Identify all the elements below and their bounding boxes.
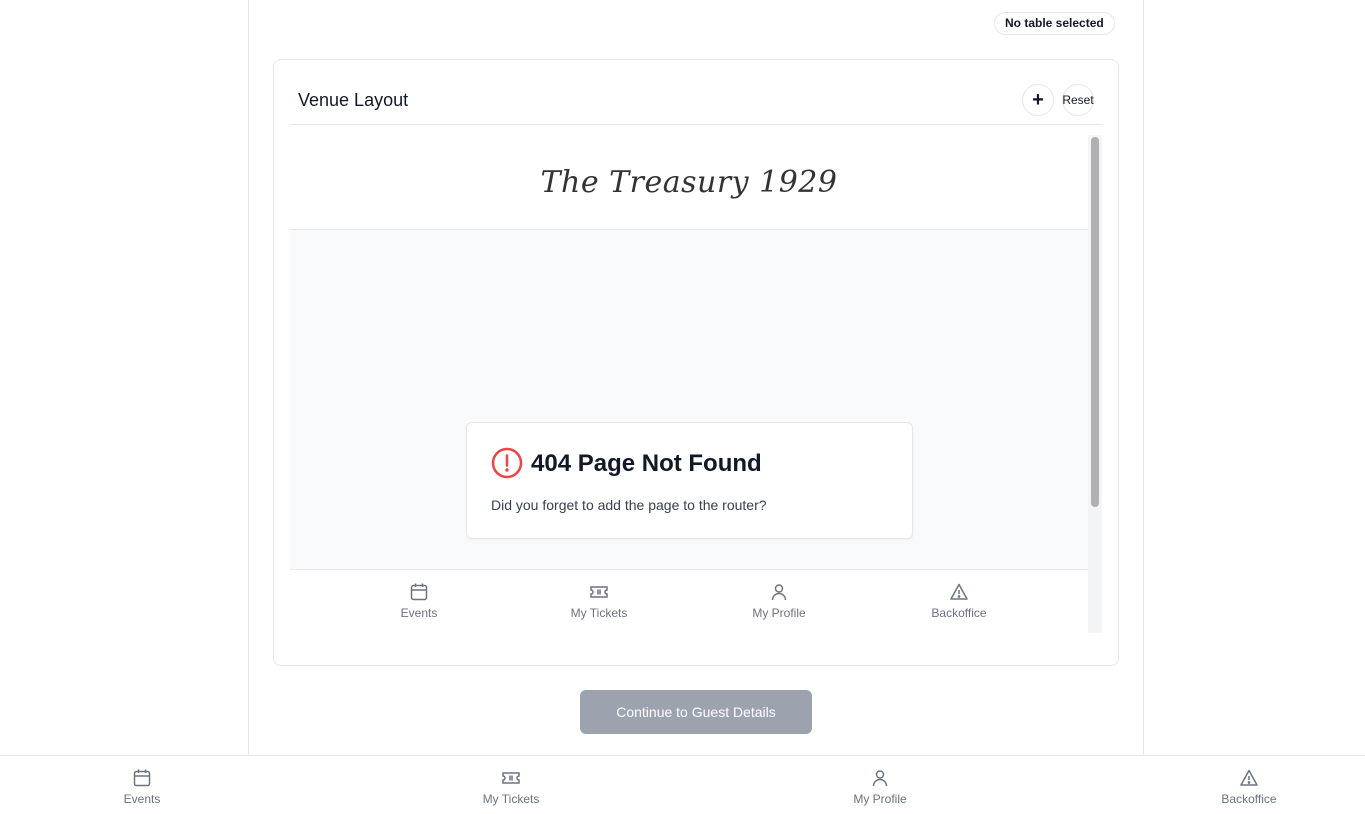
nav-label: My Profile — [853, 792, 907, 806]
frame-nav-events[interactable]: Events — [359, 582, 479, 620]
frame-nav-label: My Tickets — [570, 606, 628, 620]
user-icon — [771, 584, 787, 601]
continue-to-guest-details-button[interactable]: Continue to Guest Details — [580, 690, 812, 734]
frame-nav-my-profile[interactable]: My Profile — [719, 582, 839, 620]
calendar-icon — [410, 583, 428, 601]
reset-button[interactable]: Reset — [1062, 84, 1094, 116]
alert-circle-icon — [491, 447, 523, 479]
nav-my-tickets[interactable]: My Tickets — [441, 768, 581, 806]
frame-nav-my-tickets[interactable]: My Tickets — [539, 582, 659, 620]
nav-label: Events — [123, 792, 161, 806]
venue-logo: The Treasury 1929 — [290, 135, 1088, 230]
status-badge: No table selected — [994, 12, 1115, 35]
venue-layout-title: Venue Layout — [298, 90, 409, 110]
ticket-icon — [502, 772, 520, 784]
card-header-divider — [290, 124, 1103, 125]
nav-my-profile[interactable]: My Profile — [810, 768, 950, 806]
bottom-nav: Events My Tickets My Profile Backoffice — [0, 755, 1365, 814]
venue-layout-card: Venue Layout + Reset The Treasury 1929 4… — [273, 59, 1119, 666]
nav-label: Backoffice — [1221, 792, 1277, 806]
venue-layout-frame: The Treasury 1929 404 Page Not Found Did… — [290, 135, 1088, 633]
error-message: Did you forget to add the page to the ro… — [491, 497, 767, 513]
frame-body: 404 Page Not Found Did you forget to add… — [290, 230, 1088, 569]
frame-nav-label: Events — [400, 606, 438, 620]
alert-triangle-icon — [950, 583, 968, 600]
calendar-icon — [133, 769, 151, 787]
frame-scrollbar-thumb[interactable] — [1091, 137, 1099, 507]
frame-nav-backoffice[interactable]: Backoffice — [899, 582, 1019, 620]
nav-label: My Tickets — [482, 792, 540, 806]
user-icon — [872, 770, 888, 787]
nav-backoffice[interactable]: Backoffice — [1179, 768, 1319, 806]
frame-scrollbar[interactable] — [1088, 135, 1102, 633]
error-title: 404 Page Not Found — [531, 450, 762, 477]
frame-nav-label: Backoffice — [931, 606, 987, 620]
alert-triangle-icon — [1240, 769, 1258, 786]
frame-bottom-nav: Events My Tickets My Profile Backoffice — [290, 569, 1088, 633]
ticket-icon — [590, 586, 608, 598]
frame-nav-label: My Profile — [752, 606, 806, 620]
nav-events[interactable]: Events — [72, 768, 212, 806]
error-card: 404 Page Not Found Did you forget to add… — [466, 422, 913, 539]
zoom-in-button[interactable]: + — [1022, 84, 1054, 116]
